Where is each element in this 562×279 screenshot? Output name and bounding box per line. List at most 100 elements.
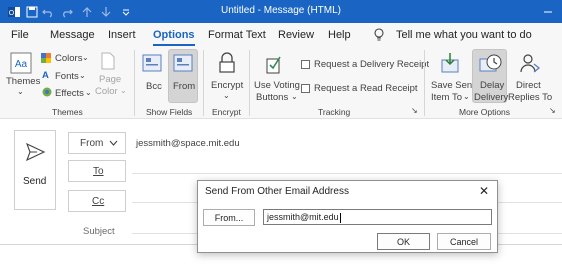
from-dropdown-button[interactable]: From: [68, 132, 126, 154]
minimize-icon[interactable]: [538, 2, 557, 21]
delay-label2: Delivery: [474, 92, 509, 103]
ribbon: Aa Themes ⌄ Colors ⌄ A Fonts ⌄ Effects ⌄…: [0, 46, 562, 119]
dialog-launcher-icon[interactable]: ↘: [411, 106, 418, 115]
colors-icon: [41, 53, 52, 67]
delay-label: Delay: [480, 80, 505, 91]
close-icon[interactable]: ✕: [479, 184, 489, 198]
page-color-icon: [100, 52, 116, 73]
email-address-value: jessmith@mit.edu: [267, 212, 339, 222]
encrypt-label: Encrypt: [211, 80, 244, 91]
themes-button[interactable]: Aa Themes ⌄: [6, 50, 40, 102]
group-divider: [134, 50, 135, 116]
chevron-down-icon: ⌄: [17, 87, 24, 96]
group-label-more-options: More Options: [459, 107, 511, 117]
dialog-from-button[interactable]: From...: [203, 209, 255, 226]
from-address: jessmith@space.mit.edu: [136, 138, 240, 149]
direct-replies-icon: [520, 54, 541, 73]
save-sent-item-button[interactable]: Save Sent Item To ⌄: [429, 50, 475, 103]
chevron-down-icon: ⌄: [120, 86, 127, 95]
from-label: From: [173, 81, 196, 92]
voting-label2: Buttons: [256, 92, 289, 103]
dialog-from-label: From...: [214, 212, 244, 223]
text-caret: [339, 212, 341, 223]
fonts-button[interactable]: Fonts: [55, 71, 79, 82]
send-from-dialog: Send From Other Email Address ✕ From... …: [197, 180, 498, 253]
group-label-encrypt: Encrypt: [212, 107, 241, 117]
from-button-label: From: [80, 138, 104, 149]
save-sent-label2: Item To: [431, 92, 462, 103]
send-icon: [26, 143, 46, 161]
cancel-label: Cancel: [449, 236, 478, 247]
tab-insert[interactable]: Insert: [108, 29, 136, 41]
chevron-down-icon: ⌄: [79, 71, 86, 80]
bcc-button[interactable]: Bcc: [140, 50, 167, 102]
svg-text:Aa: Aa: [15, 59, 28, 70]
bcc-label: Bcc: [146, 81, 162, 92]
chevron-down-icon: ⌄: [291, 92, 298, 101]
voting-label: Use Voting: [254, 80, 300, 91]
delivery-receipt-label[interactable]: Request a Delivery Receipt: [314, 59, 429, 70]
direct-label2: Replies To: [508, 92, 553, 103]
cc-button[interactable]: Cc: [68, 190, 126, 212]
effects-button[interactable]: Effects: [55, 88, 84, 99]
window-title: Untitled - Message (HTML): [220, 5, 342, 16]
lightbulb-icon: [372, 27, 386, 46]
chevron-down-icon: ⌄: [223, 91, 230, 100]
delay-delivery-button[interactable]: Delay Delivery: [472, 49, 509, 103]
fonts-icon: A: [42, 70, 49, 81]
tab-options[interactable]: Options: [153, 29, 195, 46]
group-divider: [424, 50, 425, 116]
ribbon-tabs: File Message Insert Options Format Text …: [0, 23, 562, 46]
encrypt-button[interactable]: Encrypt ⌄: [208, 50, 244, 102]
tab-review[interactable]: Review: [278, 29, 314, 41]
group-label-tracking: Tracking: [318, 107, 351, 117]
read-receipt-checkbox[interactable]: [301, 84, 310, 93]
subject-label: Subject: [83, 226, 115, 237]
direct-replies-button[interactable]: Direct Replies To: [508, 50, 553, 103]
group-label-themes: Themes: [52, 107, 83, 117]
group-label-show-fields: Show Fields: [146, 107, 193, 117]
to-button-label: To: [93, 166, 104, 177]
tab-message[interactable]: Message: [50, 29, 95, 41]
chevron-down-icon: ⌄: [82, 53, 89, 62]
direct-label: Direct: [516, 80, 541, 91]
cc-button-label: Cc: [92, 196, 105, 207]
cancel-button[interactable]: Cancel: [437, 233, 491, 250]
voting-icon: [266, 56, 281, 74]
bcc-icon: [142, 54, 162, 72]
chevron-down-icon: [109, 140, 118, 146]
tab-help[interactable]: Help: [328, 29, 351, 41]
divider: [132, 173, 562, 174]
tab-format-text[interactable]: Format Text: [208, 29, 266, 41]
dialog-title: Send From Other Email Address: [205, 186, 349, 197]
page-color-label[interactable]: Page: [99, 74, 121, 85]
tell-me-search[interactable]: Tell me what you want to do: [396, 29, 532, 41]
from-field-button[interactable]: From: [168, 49, 198, 103]
save-sent-icon: [441, 53, 459, 73]
to-button[interactable]: To: [68, 160, 126, 182]
chevron-down-icon: ⌄: [85, 88, 92, 97]
title-bar: O Untitled - Message (HTML): [0, 0, 562, 23]
tab-file[interactable]: File: [11, 29, 29, 41]
send-button[interactable]: Send: [14, 130, 56, 210]
effects-icon: [42, 87, 53, 101]
from-icon: [173, 54, 193, 72]
group-divider: [203, 50, 204, 116]
dialog-launcher-icon[interactable]: ↘: [549, 106, 556, 115]
send-label: Send: [23, 176, 47, 187]
delay-delivery-icon: [479, 54, 502, 72]
group-divider: [249, 50, 250, 116]
chevron-down-icon: ⌄: [463, 92, 470, 101]
lock-icon: [219, 52, 235, 73]
page-color-label2[interactable]: Color: [95, 86, 118, 97]
colors-button[interactable]: Colors: [55, 53, 82, 64]
ok-label: OK: [396, 236, 410, 247]
voting-buttons-button[interactable]: Use Voting Buttons ⌄: [253, 50, 300, 103]
email-address-input[interactable]: jessmith@mit.edu: [263, 209, 492, 225]
themes-icon: Aa: [10, 52, 32, 74]
delivery-receipt-checkbox[interactable]: [301, 60, 310, 69]
ok-button[interactable]: OK: [377, 233, 430, 250]
save-sent-label: Save Sent: [431, 80, 475, 91]
themes-label: Themes: [6, 76, 41, 87]
read-receipt-label[interactable]: Request a Read Receipt: [314, 83, 418, 94]
